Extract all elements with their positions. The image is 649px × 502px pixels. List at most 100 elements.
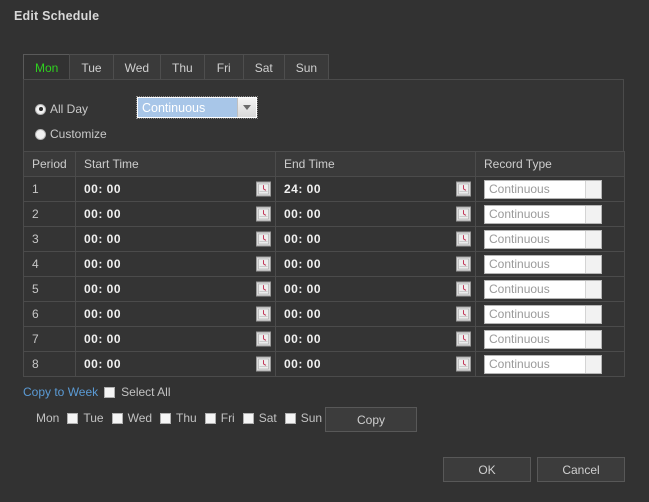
copy-day-label: Thu bbox=[176, 411, 197, 425]
chevron-down-icon[interactable] bbox=[585, 230, 601, 248]
copy-day-checkbox-fri[interactable] bbox=[204, 412, 216, 424]
copy-button[interactable]: Copy bbox=[325, 407, 417, 432]
record-type-select[interactable]: Continuous bbox=[484, 254, 602, 274]
record-type-select[interactable]: Continuous bbox=[484, 179, 602, 199]
copy-day-tue[interactable]: Tue bbox=[67, 411, 104, 425]
table-row: 8 00: 00 00: 00 Continuous bbox=[23, 351, 625, 377]
clock-picker-icon[interactable] bbox=[256, 231, 271, 247]
table-row: 5 00: 00 00: 00 Continuous bbox=[23, 276, 625, 302]
start-time-input[interactable]: 00: 00 bbox=[84, 182, 121, 196]
chevron-down-icon[interactable] bbox=[585, 255, 601, 273]
cell-end-time: 24: 00 bbox=[275, 176, 476, 202]
copy-day-mon: Mon bbox=[36, 411, 59, 425]
column-header-record-type: Record Type bbox=[475, 151, 625, 177]
chevron-down-icon[interactable] bbox=[237, 98, 256, 117]
select-all-checkbox[interactable] bbox=[104, 386, 116, 398]
end-time-input[interactable]: 00: 00 bbox=[284, 332, 321, 346]
all-day-radio[interactable] bbox=[35, 103, 46, 115]
tab-sun[interactable]: Sun bbox=[283, 54, 330, 80]
ok-button[interactable]: OK bbox=[443, 457, 531, 482]
clock-picker-icon[interactable] bbox=[256, 306, 271, 322]
copy-day-checkbox-sun[interactable] bbox=[284, 412, 296, 424]
record-type-select[interactable]: Continuous bbox=[484, 204, 602, 224]
clock-picker-icon[interactable] bbox=[256, 331, 271, 347]
end-time-input[interactable]: 00: 00 bbox=[284, 307, 321, 321]
record-type-select[interactable]: Continuous bbox=[484, 279, 602, 299]
clock-picker-icon[interactable] bbox=[456, 331, 471, 347]
start-time-input[interactable]: 00: 00 bbox=[84, 207, 121, 221]
end-time-input[interactable]: 00: 00 bbox=[284, 232, 321, 246]
tab-tue[interactable]: Tue bbox=[69, 54, 114, 80]
all-day-record-type-select[interactable]: Continuous bbox=[136, 96, 258, 119]
cell-record-type: Continuous bbox=[475, 351, 625, 377]
tab-mon[interactable]: Mon bbox=[23, 54, 71, 80]
copy-day-checkbox-sat[interactable] bbox=[242, 412, 254, 424]
start-time-input[interactable]: 00: 00 bbox=[84, 257, 121, 271]
cancel-button[interactable]: Cancel bbox=[537, 457, 625, 482]
weekday-tabbar: Mon Tue Wed Thu Fri Sat Sun bbox=[23, 54, 330, 80]
copy-day-thu[interactable]: Thu bbox=[160, 411, 197, 425]
copy-day-fri[interactable]: Fri bbox=[204, 411, 235, 425]
all-day-label: All Day bbox=[50, 102, 89, 116]
start-time-input[interactable]: 00: 00 bbox=[84, 332, 121, 346]
chevron-down-icon[interactable] bbox=[585, 330, 601, 348]
end-time-input[interactable]: 00: 00 bbox=[284, 282, 321, 296]
clock-picker-icon[interactable] bbox=[456, 231, 471, 247]
copy-day-sat[interactable]: Sat bbox=[242, 411, 277, 425]
start-time-input[interactable]: 00: 00 bbox=[84, 357, 121, 371]
table-row: 7 00: 00 00: 00 Continuous bbox=[23, 326, 625, 352]
clock-picker-icon[interactable] bbox=[256, 181, 271, 197]
radio-option-customize[interactable]: Customize bbox=[35, 127, 107, 141]
tab-thu[interactable]: Thu bbox=[160, 54, 205, 80]
cell-start-time: 00: 00 bbox=[75, 176, 276, 202]
copy-day-checkbox-wed[interactable] bbox=[111, 412, 123, 424]
end-time-input[interactable]: 24: 00 bbox=[284, 182, 321, 196]
copy-day-sun[interactable]: Sun bbox=[284, 411, 322, 425]
cell-period: 3 bbox=[23, 226, 76, 252]
cell-end-time: 00: 00 bbox=[275, 351, 476, 377]
chevron-down-icon[interactable] bbox=[585, 355, 601, 373]
start-time-input[interactable]: 00: 00 bbox=[84, 307, 121, 321]
cell-start-time: 00: 00 bbox=[75, 301, 276, 327]
clock-picker-icon[interactable] bbox=[456, 181, 471, 197]
record-type-select[interactable]: Continuous bbox=[484, 329, 602, 349]
customize-radio[interactable] bbox=[35, 128, 46, 140]
copy-day-checkbox-thu[interactable] bbox=[160, 412, 172, 424]
clock-picker-icon[interactable] bbox=[256, 281, 271, 297]
record-type-value: Continuous bbox=[489, 182, 550, 196]
customize-label: Customize bbox=[50, 127, 107, 141]
record-type-select[interactable]: Continuous bbox=[484, 304, 602, 324]
tab-fri[interactable]: Fri bbox=[203, 54, 244, 80]
end-time-input[interactable]: 00: 00 bbox=[284, 257, 321, 271]
clock-picker-icon[interactable] bbox=[256, 356, 271, 372]
table-row: 3 00: 00 00: 00 Continuous bbox=[23, 226, 625, 252]
chevron-down-icon[interactable] bbox=[585, 180, 601, 198]
chevron-down-icon[interactable] bbox=[585, 280, 601, 298]
chevron-down-icon[interactable] bbox=[585, 205, 601, 223]
tab-sat[interactable]: Sat bbox=[242, 54, 285, 80]
copy-day-checkbox-tue[interactable] bbox=[67, 412, 79, 424]
clock-picker-icon[interactable] bbox=[256, 206, 271, 222]
start-time-input[interactable]: 00: 00 bbox=[84, 282, 121, 296]
clock-picker-icon[interactable] bbox=[456, 281, 471, 297]
end-time-input[interactable]: 00: 00 bbox=[284, 207, 321, 221]
record-type-select[interactable]: Continuous bbox=[484, 229, 602, 249]
chevron-down-icon[interactable] bbox=[585, 305, 601, 323]
radio-option-all-day[interactable]: All Day bbox=[35, 102, 88, 116]
cell-record-type: Continuous bbox=[475, 201, 625, 227]
record-type-select[interactable]: Continuous bbox=[484, 354, 602, 374]
clock-picker-icon[interactable] bbox=[456, 306, 471, 322]
start-time-input[interactable]: 00: 00 bbox=[84, 232, 121, 246]
schedule-table-body: 1 00: 00 24: 00 Continuous 2 00: 00 00: 00 Cont… bbox=[23, 176, 625, 377]
tab-wed[interactable]: Wed bbox=[112, 54, 162, 80]
clock-picker-icon[interactable] bbox=[456, 206, 471, 222]
end-time-input[interactable]: 00: 00 bbox=[284, 357, 321, 371]
copy-to-week-link[interactable]: Copy to Week bbox=[23, 385, 98, 399]
copy-day-wed[interactable]: Wed bbox=[111, 411, 152, 425]
clock-picker-icon[interactable] bbox=[456, 256, 471, 272]
clock-picker-icon[interactable] bbox=[256, 256, 271, 272]
cell-period: 7 bbox=[23, 326, 76, 352]
edit-schedule-dialog: Edit Schedule Mon Tue Wed Thu Fri Sat Sun All … bbox=[0, 0, 649, 502]
page-title: Edit Schedule bbox=[14, 9, 100, 23]
clock-picker-icon[interactable] bbox=[456, 356, 471, 372]
